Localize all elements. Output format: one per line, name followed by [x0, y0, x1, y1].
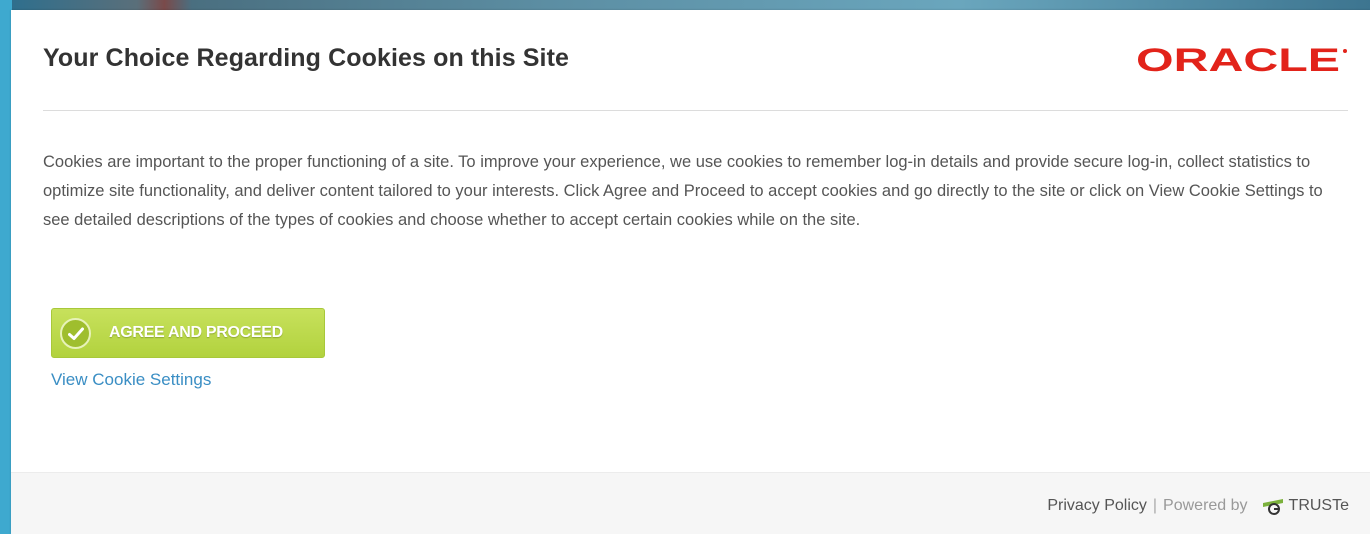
cookie-consent-dialog: Your Choice Regarding Cookies on this Si… — [11, 10, 1370, 534]
dialog-footer: Privacy Policy | Powered by TRUSTe — [11, 472, 1370, 534]
agree-and-proceed-button[interactable]: AGREE AND PROCEED — [51, 308, 325, 358]
footer-links: Privacy Policy | Powered by TRUSTe — [1047, 497, 1349, 515]
powered-by-label: Powered by — [1163, 497, 1248, 514]
dialog-header: Your Choice Regarding Cookies on this Si… — [43, 10, 1348, 111]
privacy-policy-link[interactable]: Privacy Policy — [1047, 497, 1147, 515]
view-cookie-settings-link[interactable]: View Cookie Settings — [51, 370, 211, 390]
truste-label[interactable]: TRUSTe — [1289, 497, 1349, 515]
dialog-title: Your Choice Regarding Cookies on this Si… — [43, 44, 570, 72]
oracle-logo-text: ORACLE — [1136, 46, 1340, 74]
oracle-logo: ORACLE — [1136, 46, 1347, 74]
cookie-description: Cookies are important to the proper func… — [43, 153, 1323, 229]
truste-seal-icon[interactable] — [1262, 497, 1284, 515]
footer-separator: | — [1152, 497, 1158, 514]
agree-button-label: AGREE AND PROCEED — [109, 324, 283, 341]
check-circle-icon — [60, 318, 91, 349]
